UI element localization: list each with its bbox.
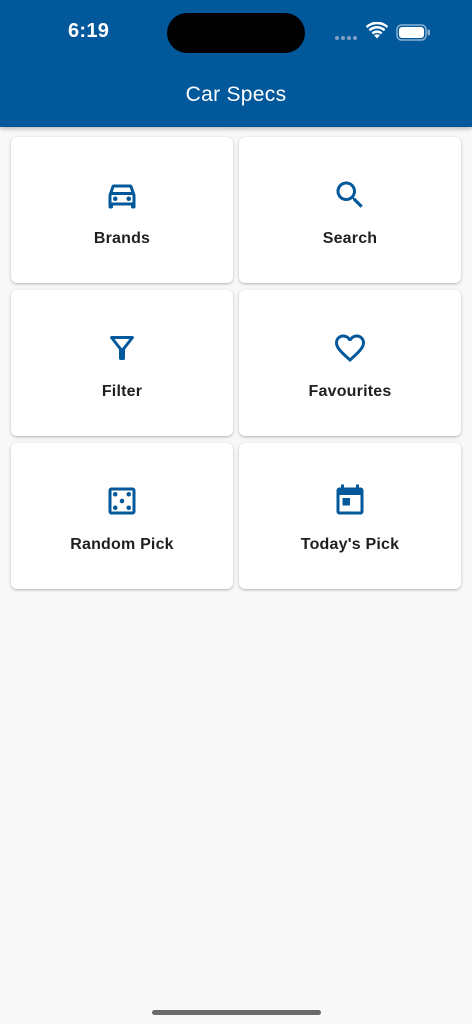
page-title: Car Specs <box>185 83 287 106</box>
filter-label: Filter <box>101 383 143 400</box>
favourites-label: Favourites <box>308 383 392 400</box>
favourites-card[interactable]: Favourites <box>239 290 461 436</box>
battery-icon <box>396 24 430 41</box>
brands-label: Brands <box>93 230 151 247</box>
cellular-signal-icon <box>335 36 357 40</box>
brands-card[interactable]: Brands <box>11 137 233 283</box>
menu-grid: Brands Search Filter Favourites Random P… <box>11 137 461 589</box>
wifi-icon <box>366 22 388 39</box>
home-indicator[interactable] <box>152 1010 321 1015</box>
random-pick-label: Random Pick <box>70 536 174 553</box>
car-icon <box>104 177 140 213</box>
todays-pick-label: Today's Pick <box>300 536 400 553</box>
status-time: 6:19 <box>68 20 110 42</box>
app-bar: 6:19 Car Specs <box>0 0 472 127</box>
dice-icon <box>104 483 140 519</box>
filter-icon <box>104 330 140 366</box>
search-icon <box>332 177 368 213</box>
todays-pick-card[interactable]: Today's Pick <box>239 443 461 589</box>
filter-card[interactable]: Filter <box>11 290 233 436</box>
random-pick-card[interactable]: Random Pick <box>11 443 233 589</box>
dynamic-island <box>167 13 305 53</box>
heart-icon <box>332 330 368 366</box>
search-label: Search <box>322 230 378 247</box>
calendar-icon <box>332 483 368 519</box>
search-card[interactable]: Search <box>239 137 461 283</box>
